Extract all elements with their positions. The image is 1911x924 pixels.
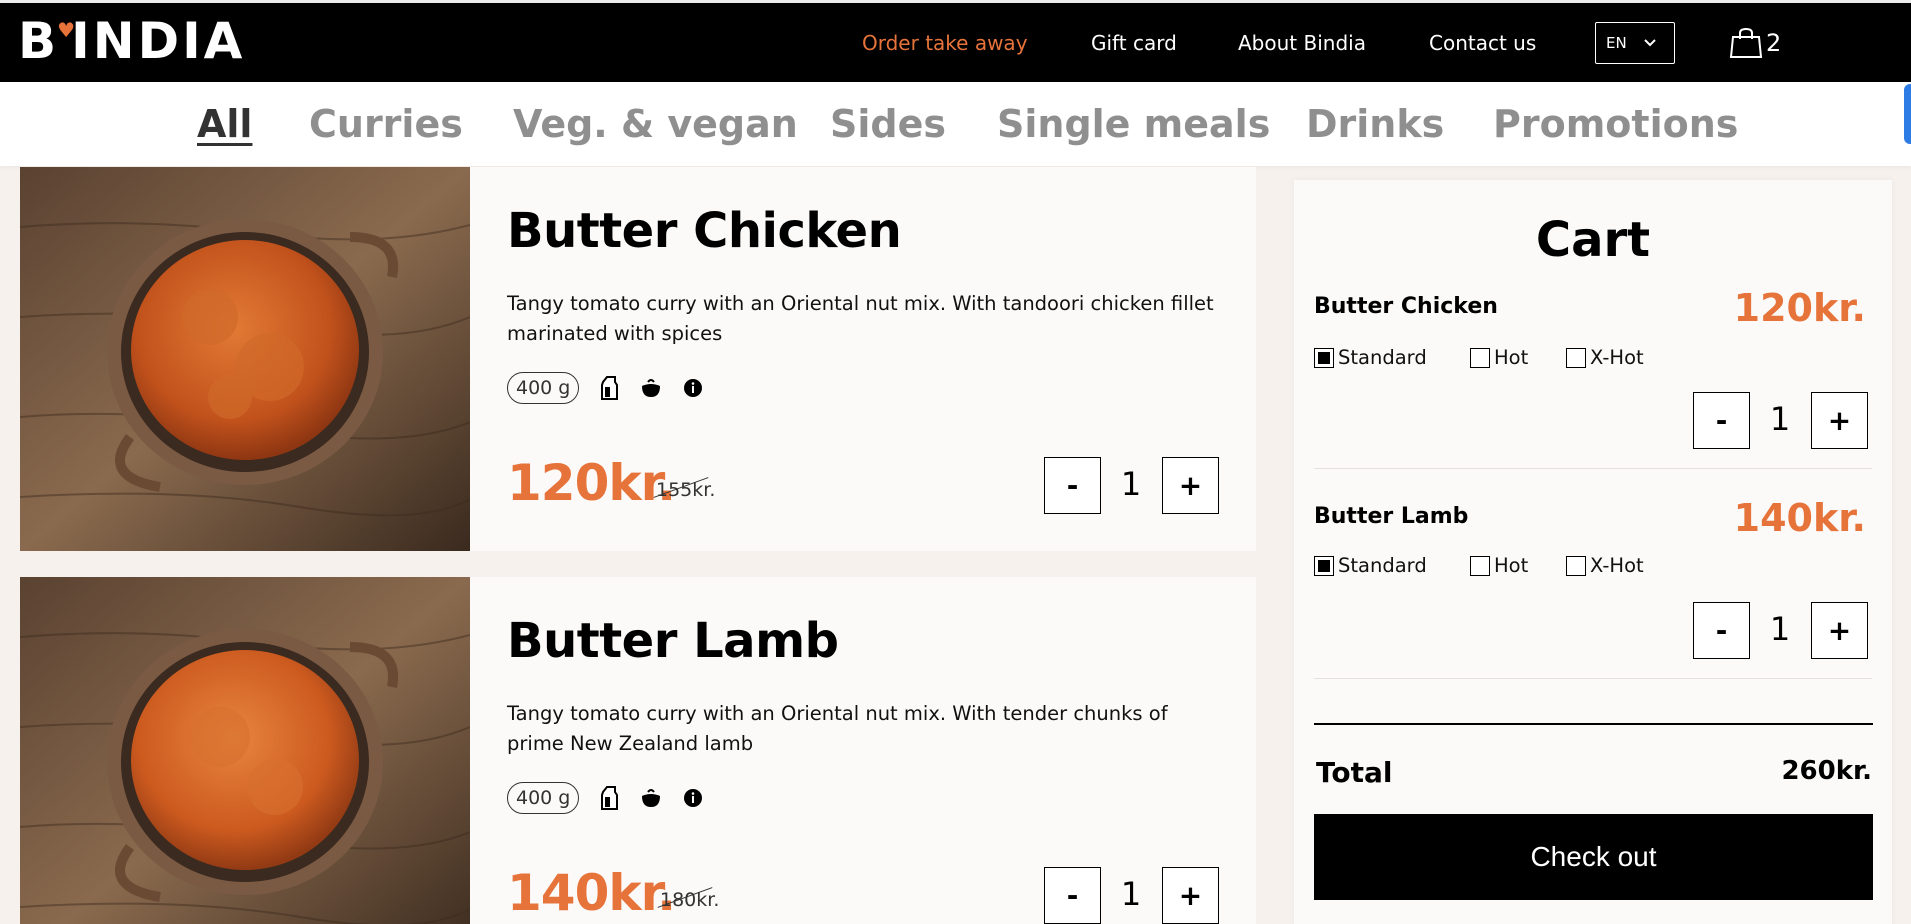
increase-quantity-button[interactable]: + [1162,867,1219,924]
quantity-value: 1 [1120,875,1142,913]
option-label: Standard [1338,346,1427,369]
category-drinks[interactable]: Drinks [1306,102,1444,146]
category-sides[interactable]: Sides [830,102,946,146]
increase-quantity-button[interactable]: + [1162,457,1219,514]
increase-quantity-button[interactable]: + [1811,392,1868,449]
product-title: Butter Lamb [507,613,839,669]
nav-gift-card[interactable]: Gift card [1091,31,1177,55]
product-meta: 400 g [507,372,705,404]
total-label: Total [1316,756,1393,789]
checkbox[interactable] [1314,555,1334,576]
total-value: 260kr. [1781,756,1872,786]
language-label: EN [1606,34,1627,52]
product-title: Butter Chicken [507,203,902,259]
checkbox[interactable] [1470,555,1490,576]
category-all[interactable]: All [197,102,252,146]
nav-order-take-away[interactable]: Order take away [862,31,1028,55]
checkbox[interactable] [1314,347,1334,368]
cart-item: Butter Chicken 120kr. Standard Hot X-Hot… [1314,286,1872,469]
product-price: 140kr. [507,864,676,922]
quantity-value: 1 [1120,465,1142,503]
quantity-value: 1 [1769,400,1791,438]
product-meta: 400 g [507,782,705,814]
product-description: Tangy tomato curry with an Oriental nut … [507,292,1214,345]
increase-quantity-button[interactable]: + [1811,602,1868,659]
info-icon[interactable] [681,786,705,810]
nav-contact-us[interactable]: Contact us [1429,31,1536,55]
option-label: Hot [1494,346,1529,369]
weight-badge: 400 g [507,782,580,814]
cart-item: Butter Lamb 140kr. Standard Hot X-Hot - … [1314,496,1872,679]
chevron-down-icon [1643,39,1656,47]
product-price: 120kr. [507,454,676,512]
category-promotions[interactable]: Promotions [1493,102,1738,146]
divider [1314,678,1872,679]
milk-carton-icon [597,786,621,810]
nav-about-bindia[interactable]: About Bindia [1238,31,1366,55]
decrease-quantity-button[interactable]: - [1044,457,1101,514]
cart-item-name: Butter Chicken [1314,294,1498,319]
product-image[interactable] [20,577,470,924]
old-price-text: 180kr. [660,889,720,911]
spice-option-x-hot[interactable]: X-Hot [1566,346,1644,369]
old-price-text: 155kr. [656,479,716,501]
option-label: Hot [1494,554,1529,577]
category-bar: All Curries Veg. & vegan Sides Single me… [0,82,1911,166]
info-icon[interactable] [681,376,705,400]
decrease-quantity-button[interactable]: - [1693,602,1750,659]
decrease-quantity-button[interactable]: - [1693,392,1750,449]
weight-badge: 400 g [507,372,580,404]
bowl-icon [639,786,663,810]
category-veg-vegan[interactable]: Veg. & vegan [513,102,798,146]
checkbox[interactable] [1566,347,1586,368]
category-single-meals[interactable]: Single meals [997,102,1270,146]
option-label: Standard [1338,554,1427,577]
cart-item-price: 120kr. [1733,286,1866,330]
heart-icon: ♥ [57,18,79,42]
side-feedback-tab[interactable] [1904,84,1911,144]
product-card: Butter Lamb Tangy tomato curry with an O… [20,577,1256,924]
cart-count: 2 [1766,29,1782,57]
spice-option-standard[interactable]: Standard [1314,554,1427,577]
spice-option-standard[interactable]: Standard [1314,346,1427,369]
quantity-value: 1 [1769,610,1791,648]
bag-icon [1729,27,1763,58]
cart-title: Cart [1535,212,1651,268]
cart-button[interactable]: 2 [1728,27,1781,59]
milk-carton-icon [597,376,621,400]
spice-option-x-hot[interactable]: X-Hot [1566,554,1644,577]
total-divider [1314,723,1873,725]
spice-option-hot[interactable]: Hot [1470,554,1528,577]
product-description: Tangy tomato curry with an Oriental nut … [507,702,1168,755]
checkbox[interactable] [1566,555,1586,576]
product-image[interactable] [20,167,470,551]
divider [1314,468,1872,469]
bowl-icon [639,376,663,400]
cart-item-price: 140kr. [1733,496,1866,540]
product-old-price: 180kr. [657,887,720,911]
option-label: X-Hot [1590,554,1644,577]
logo[interactable]: B ♥ INDIA [18,16,245,66]
decrease-quantity-button[interactable]: - [1044,867,1101,924]
cart-item-name: Butter Lamb [1314,504,1469,529]
spice-option-hot[interactable]: Hot [1470,346,1528,369]
checkbox[interactable] [1470,347,1490,368]
option-label: X-Hot [1590,346,1644,369]
checkout-button[interactable]: Check out [1314,814,1873,900]
site-header: B ♥ INDIA Order take away Gift card About … [0,0,1911,82]
language-selector[interactable]: EN [1595,22,1675,64]
product-old-price: 155kr. [653,477,716,501]
product-card: Butter Chicken Tangy tomato curry with a… [20,167,1256,551]
cart-panel: Cart Butter Chicken 120kr. Standard Hot … [1294,180,1892,924]
category-curries[interactable]: Curries [309,102,463,146]
